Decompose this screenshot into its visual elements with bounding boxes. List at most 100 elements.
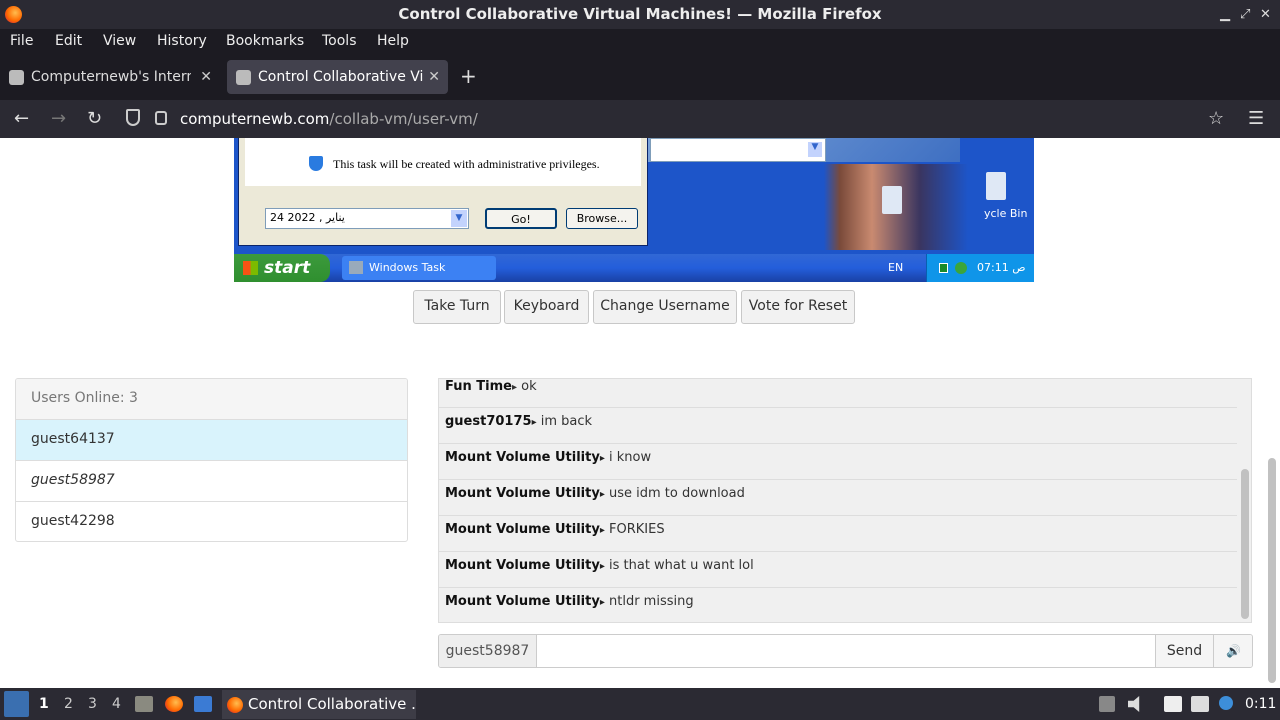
chat-scrollbar[interactable]: [1241, 469, 1249, 619]
chat-user: Fun Time: [445, 379, 512, 394]
chat-message: Mount Volume Utility▸ is that what u wan…: [439, 552, 1237, 588]
keyboard-button[interactable]: Keyboard: [504, 290, 589, 324]
bookmark-star-icon[interactable]: ☆: [1208, 108, 1224, 129]
chat-separator-icon: ▸: [531, 417, 537, 428]
menu-help[interactable]: Help: [377, 33, 409, 49]
browse-button[interactable]: Browse...: [566, 208, 638, 229]
menu-bookmarks[interactable]: Bookmarks: [226, 33, 304, 49]
date-value: 24 يناير , 2022: [270, 211, 345, 224]
chat-separator-icon: ▸: [599, 453, 605, 464]
tab-computernewb[interactable]: Computernewb's Internet ✕: [0, 60, 220, 94]
menu-tools[interactable]: Tools: [322, 33, 357, 49]
uac-shield-icon: [309, 156, 323, 171]
desktop-clock: 0:11: [1245, 696, 1277, 712]
forward-icon[interactable]: →: [51, 108, 66, 129]
windows-flag-icon: [243, 261, 258, 275]
tab-control-collaborative[interactable]: Control Collaborative Virt ✕: [227, 60, 448, 94]
launcher-icon[interactable]: [4, 691, 29, 717]
menu-history[interactable]: History: [157, 33, 207, 49]
app-menu-icon[interactable]: ☰: [1248, 108, 1264, 129]
dropdown-box: [650, 138, 826, 162]
minimize-icon[interactable]: ▁: [1220, 0, 1230, 29]
workspace-1[interactable]: 1: [39, 696, 49, 712]
chat-message: Fun Time▸ ok: [439, 379, 1237, 408]
chat-input[interactable]: [537, 635, 1155, 667]
chat-separator-icon: ▸: [599, 525, 605, 536]
chat-message: guest70175▸ im back: [439, 408, 1237, 444]
lock-icon[interactable]: [155, 111, 167, 125]
taskbar-item-label: Windows Task Manager: [369, 261, 446, 274]
close-tab-icon[interactable]: ✕: [428, 60, 440, 94]
volume-tray-icon[interactable]: [1128, 696, 1140, 712]
xp-clock: 07:11 ص: [977, 261, 1026, 274]
tab-label: Computernewb's Internet: [31, 69, 191, 85]
display-tray-icon[interactable]: [1191, 696, 1209, 712]
clipboard-tray-icon[interactable]: [1164, 696, 1182, 712]
task-manager-icon: [349, 261, 363, 274]
tray-security-icon[interactable]: [955, 262, 967, 274]
send-button[interactable]: Send: [1155, 635, 1213, 667]
volume-icon[interactable]: 🔊: [1213, 635, 1252, 667]
vm-screen[interactable]: This task will be created with administr…: [234, 138, 1034, 282]
xp-window-fragment: ▼: [648, 138, 960, 162]
tab-label: Control Collaborative Virt: [258, 69, 423, 85]
chat-user: guest70175: [445, 414, 532, 429]
chat-user: Mount Volume Utility: [445, 450, 600, 465]
tray-notification-icon[interactable]: [1099, 696, 1115, 712]
change-username-button[interactable]: Change Username: [593, 290, 737, 324]
chat-message: Mount Volume Utility▸ i know: [439, 444, 1237, 480]
chat-separator-icon: ▸: [599, 597, 605, 608]
workspace-4[interactable]: 4: [112, 696, 121, 712]
url-path: /collab-vm/user-vm/: [329, 110, 478, 128]
language-indicator[interactable]: EN: [888, 261, 903, 274]
taskbar-app-firefox[interactable]: Control Collaborative ...: [222, 690, 416, 719]
back-icon[interactable]: ←: [14, 108, 29, 129]
menu-view[interactable]: View: [103, 33, 136, 49]
chevron-down-icon[interactable]: ▼: [808, 142, 822, 157]
firefox-icon: [227, 697, 243, 713]
menu-edit[interactable]: Edit: [55, 33, 82, 49]
new-tab-button[interactable]: +: [460, 64, 477, 88]
url-bar[interactable]: computernewb.com/collab-vm/user-vm/: [180, 110, 478, 128]
chat-separator-icon: ▸: [599, 489, 605, 500]
maximize-icon[interactable]: ⤢: [1240, 0, 1250, 29]
close-tab-icon[interactable]: ✕: [200, 60, 212, 94]
chat-log[interactable]: Fun Time▸ ok guest70175▸ im back Mount V…: [438, 378, 1252, 623]
go-button[interactable]: Go!: [485, 208, 557, 229]
vote-reset-button[interactable]: Vote for Reset: [741, 290, 855, 324]
xp-taskbar-item[interactable]: Windows Task Manager: [342, 256, 496, 280]
chat-text: is that what u want lol: [609, 558, 754, 573]
start-label: start: [264, 258, 311, 278]
chat-message: Mount Volume Utility▸ ntldr missing: [439, 588, 1237, 622]
shield-icon[interactable]: [126, 109, 140, 126]
update-tray-icon[interactable]: [1219, 696, 1233, 710]
tray-app-icon[interactable]: [939, 263, 948, 273]
chevron-down-icon[interactable]: ▼: [451, 210, 467, 227]
recycle-bin-icon[interactable]: [986, 172, 1006, 200]
workspace-3[interactable]: 3: [88, 696, 97, 712]
tab-bar: Computernewb's Internet ✕ Control Collab…: [0, 54, 1280, 100]
menu-file[interactable]: File: [10, 33, 33, 49]
workspace-2[interactable]: 2: [64, 696, 73, 712]
reload-icon[interactable]: ↻: [87, 108, 102, 129]
xp-start-button[interactable]: start: [234, 254, 330, 282]
user-item[interactable]: guest64137: [16, 420, 407, 461]
user-item-self[interactable]: guest58987: [16, 461, 407, 502]
close-window-icon[interactable]: ✕: [1260, 0, 1271, 29]
chat-username: guest58987: [439, 635, 537, 667]
terminal-icon[interactable]: [194, 696, 212, 712]
file-manager-icon[interactable]: [135, 696, 153, 712]
taskbar-app-label: Control Collaborative ...: [248, 695, 416, 713]
recycle-bin-icon[interactable]: [882, 186, 902, 214]
firefox-launcher-icon[interactable]: [165, 696, 183, 712]
chat-separator-icon: ▸: [599, 561, 605, 572]
take-turn-button[interactable]: Take Turn: [413, 290, 501, 324]
recycle-bin-label: ycle Bin: [984, 207, 1028, 220]
date-select[interactable]: 24 يناير , 2022 ▼: [265, 208, 469, 229]
favicon-icon: [9, 70, 24, 85]
window-titlebar: Control Collaborative Virtual Machines! …: [0, 0, 1280, 29]
user-item[interactable]: guest42298: [16, 502, 407, 541]
chat-user: Mount Volume Utility: [445, 486, 600, 501]
page-scrollbar[interactable]: [1268, 458, 1276, 683]
menu-bar: File Edit View History Bookmarks Tools H…: [0, 29, 1280, 54]
